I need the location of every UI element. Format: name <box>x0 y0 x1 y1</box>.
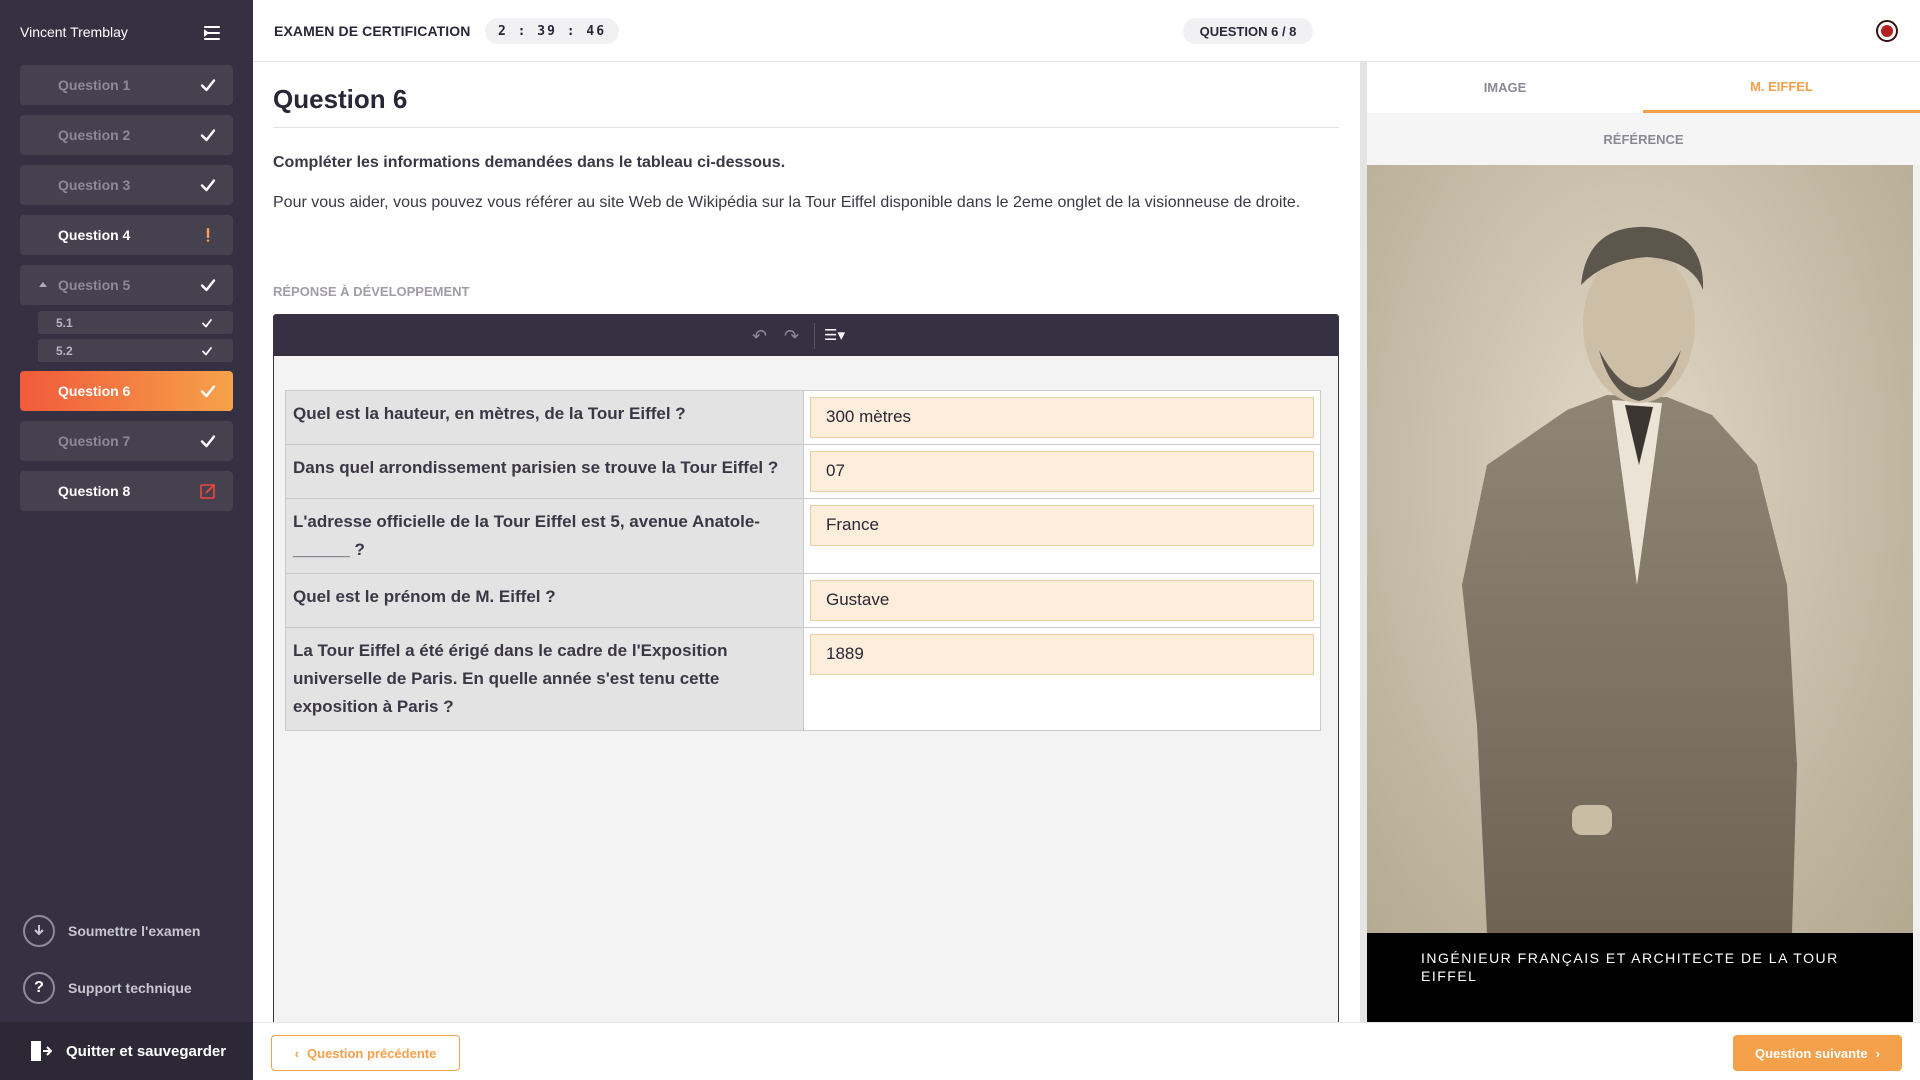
check-icon <box>200 279 216 292</box>
answer-field[interactable]: France <box>810 505 1314 546</box>
tab-image[interactable]: IMAGE <box>1367 62 1643 113</box>
sidebar-item-question-4[interactable]: Question 4 <box>20 215 233 255</box>
sidebar-item-label: Question 4 <box>58 227 131 243</box>
submit-exam-label: Soumettre l'examen <box>68 923 201 939</box>
answer-field[interactable]: 300 mètres <box>810 397 1314 438</box>
next-question-button[interactable]: Question suivante › <box>1733 1035 1902 1071</box>
sidebar-item-label: Question 5 <box>58 277 131 293</box>
exam-timer: 2 : 39 : 46 <box>485 18 619 44</box>
editor-toolbar: ↶ ↷ ☰▾ <box>274 315 1338 356</box>
sidebar-item-label: Question 7 <box>58 433 131 449</box>
exam-title: EXAMEN DE CERTIFICATION <box>274 23 471 39</box>
check-icon <box>202 319 212 328</box>
sidebar-item-question-6[interactable]: Question 6 <box>20 371 233 411</box>
check-icon <box>200 385 216 398</box>
collapse-menu-icon[interactable] <box>204 24 230 42</box>
table-question-cell: L'adresse officielle de la Tour Eiffel e… <box>285 498 804 574</box>
check-icon <box>200 79 216 92</box>
redo-icon[interactable]: ↷ <box>784 326 799 347</box>
table-row: Quel est la hauteur, en mètres, de la To… <box>285 390 1321 445</box>
question-list: Question 1 Question 2 Question 3 Questio… <box>20 65 233 521</box>
quit-save-label: Quitter et sauvegarder <box>66 1042 227 1060</box>
sidebar-item-label: Question 1 <box>58 77 131 93</box>
sidebar-subitem-5-2[interactable]: 5.2 <box>38 339 233 362</box>
question-title: Question 6 <box>273 84 408 114</box>
answer-field[interactable]: 07 <box>810 451 1314 492</box>
submit-exam-button[interactable]: Soumettre l'examen <box>23 915 201 947</box>
answer-field[interactable]: Gustave <box>810 580 1314 621</box>
table-row: La Tour Eiffel a été érigé dans le cadre… <box>285 627 1321 731</box>
reference-header: RÉFÉRENCE <box>1367 113 1920 165</box>
instruction-text: Pour vous aider, vous pouvez vous référe… <box>273 194 1301 211</box>
portrait-illustration <box>1462 226 1797 933</box>
question-content: Question 6 Compléter les informations de… <box>253 62 1360 1045</box>
sidebar-item-label: Question 6 <box>58 383 131 399</box>
viewer-tabs: IMAGE M. EIFFEL <box>1367 62 1920 113</box>
exit-icon <box>31 1041 52 1061</box>
edit-icon <box>200 483 216 499</box>
quit-save-button[interactable]: Quitter et sauvegarder <box>0 1022 253 1080</box>
sidebar-item-label: Question 8 <box>58 483 131 499</box>
check-icon <box>200 179 216 192</box>
chevron-right-icon: › <box>1875 1045 1881 1061</box>
download-icon <box>23 915 55 947</box>
sidebar-item-question-5[interactable]: Question 5 <box>20 265 233 305</box>
table-question-cell: La Tour Eiffel a été érigé dans le cadre… <box>285 627 804 731</box>
sidebar-item-label: Question 3 <box>58 177 131 193</box>
check-icon <box>200 129 216 142</box>
top-bar: EXAMEN DE CERTIFICATION 2 : 39 : 46 QUES… <box>253 0 1920 62</box>
paragraph-format-dropdown-icon[interactable]: ☰▾ <box>824 326 845 344</box>
toolbar-separator <box>814 323 815 349</box>
table-question-cell: Quel est le prénom de M. Eiffel ? <box>285 573 804 628</box>
support-label: Support technique <box>68 980 192 996</box>
answer-field[interactable]: 1889 <box>810 634 1314 675</box>
sidebar-subitem-5-1[interactable]: 5.1 <box>38 311 233 334</box>
reference-viewer: IMAGE M. EIFFEL RÉFÉRENCE INGÉNIEUR FRAN… <box>1367 62 1920 1022</box>
check-icon <box>202 347 212 356</box>
bottom-bar: ‹ Question précédente Question suivante … <box>253 1022 1920 1080</box>
help-icon: ? <box>23 972 55 1004</box>
sidebar-item-question-7[interactable]: Question 7 <box>20 421 233 461</box>
divider <box>273 127 1339 128</box>
rich-text-editor[interactable]: ↶ ↷ ☰▾ Quel est la hauteur, en mètres, d… <box>273 314 1339 1045</box>
user-name: Vincent Tremblay <box>20 24 128 40</box>
instruction-bold: Compléter les informations demandées dan… <box>273 154 786 171</box>
panel-resize-handle[interactable] <box>1360 62 1367 1022</box>
table-question-cell: Dans quel arrondissement parisien se tro… <box>285 444 804 499</box>
sidebar: Vincent Tremblay Question 1 Question 2 Q… <box>0 0 253 1080</box>
warning-icon <box>206 228 210 242</box>
undo-icon[interactable]: ↶ <box>752 326 767 347</box>
question-counter: QUESTION 6 / 8 <box>1183 18 1313 44</box>
sidebar-item-question-3[interactable]: Question 3 <box>20 165 233 205</box>
collapse-caret-icon[interactable] <box>39 282 47 287</box>
question-table: Quel est la hauteur, en mètres, de la To… <box>285 390 1321 731</box>
sidebar-item-question-2[interactable]: Question 2 <box>20 115 233 155</box>
next-question-label: Question suivante <box>1754 1045 1868 1061</box>
support-button[interactable]: ? Support technique <box>23 972 192 1004</box>
image-caption: INGÉNIEUR FRANÇAIS ET ARCHITECTE DE LA T… <box>1367 933 1913 1022</box>
sidebar-subitem-label: 5.1 <box>56 315 73 330</box>
response-type-label: RÉPONSE À DÉVELOPPEMENT <box>273 284 470 299</box>
table-row: L'adresse officielle de la Tour Eiffel e… <box>285 498 1321 574</box>
previous-question-button[interactable]: ‹ Question précédente <box>271 1035 460 1071</box>
table-row: Dans quel arrondissement parisien se tro… <box>285 444 1321 499</box>
tab-m-eiffel[interactable]: M. EIFFEL <box>1643 62 1920 113</box>
record-icon <box>1876 20 1898 42</box>
sidebar-item-question-8[interactable]: Question 8 <box>20 471 233 511</box>
portrait-photo <box>1367 165 1913 933</box>
sidebar-item-question-1[interactable]: Question 1 <box>20 65 233 105</box>
table-question-cell: Quel est la hauteur, en mètres, de la To… <box>285 390 804 445</box>
sidebar-item-label: Question 2 <box>58 127 131 143</box>
sidebar-subitem-label: 5.2 <box>56 343 73 358</box>
table-row: Quel est le prénom de M. Eiffel ? Gustav… <box>285 573 1321 628</box>
previous-question-label: Question précédente <box>307 1045 437 1061</box>
check-icon <box>200 435 216 448</box>
chevron-left-icon: ‹ <box>294 1045 300 1061</box>
